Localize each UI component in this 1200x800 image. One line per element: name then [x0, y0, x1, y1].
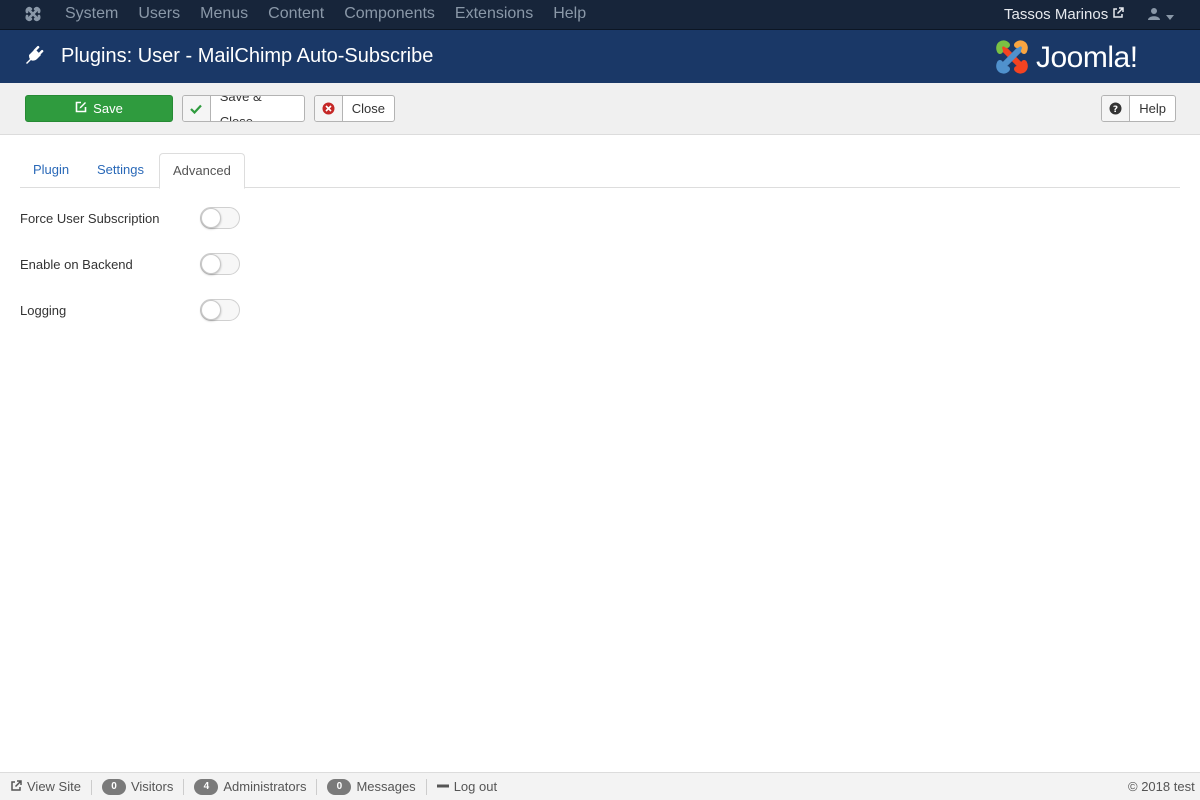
user-name: Tassos Marinos: [1004, 6, 1109, 23]
menu-help[interactable]: Help: [543, 0, 596, 30]
minus-icon: [436, 780, 449, 795]
logging-toggle[interactable]: [200, 299, 240, 321]
tab-bar: Plugin Settings Advanced: [20, 153, 1180, 189]
toggle-knob: [201, 300, 221, 320]
messages-badge: 0: [327, 779, 352, 795]
menu-users[interactable]: Users: [128, 0, 190, 30]
administrators-badge: 4: [194, 779, 219, 795]
messages-link[interactable]: 0 Messages: [317, 779, 427, 795]
status-bar: View Site 0 Visitors 4 Administrators 0 …: [0, 772, 1200, 800]
site-link[interactable]: Tassos Marinos: [1004, 0, 1124, 30]
save-close-label: Save & Close: [219, 95, 262, 122]
brand-text: Joomla!: [1036, 41, 1138, 74]
administrators-link[interactable]: 4 Administrators: [184, 779, 318, 795]
joomla-brand-logo: Joomla!: [992, 38, 1138, 78]
visitors-link[interactable]: 0 Visitors: [92, 779, 185, 795]
logout-label: Log out: [453, 779, 498, 794]
view-site-link[interactable]: View Site: [10, 779, 92, 795]
toggle-knob: [201, 254, 221, 274]
edit-icon: [75, 101, 87, 116]
cancel-circle-icon: [315, 96, 343, 121]
logout-link[interactable]: Log out: [427, 780, 507, 795]
check-icon: [183, 96, 211, 121]
save-label: Save: [93, 101, 123, 116]
help-label: Help: [1139, 101, 1166, 116]
enable-on-backend-toggle[interactable]: [200, 253, 240, 275]
question-circle-icon: ?: [1102, 96, 1131, 121]
user-icon: [1148, 7, 1160, 23]
menu-content[interactable]: Content: [258, 0, 334, 30]
field-force-user-subscription: Force User Subscription: [20, 207, 420, 231]
tab-advanced[interactable]: Advanced: [159, 153, 245, 189]
save-button[interactable]: Save: [25, 95, 173, 122]
page-header: Plugins: User - MailChimp Auto-Subscribe…: [0, 30, 1200, 83]
svg-text:?: ?: [1113, 105, 1118, 115]
close-label: Close: [351, 101, 385, 116]
close-button[interactable]: Close: [314, 95, 395, 122]
external-link-icon: [1112, 1, 1124, 29]
menu-system[interactable]: System: [55, 0, 128, 30]
save-close-button[interactable]: Save & Close: [182, 95, 305, 122]
administrators-label: Administrators: [223, 779, 307, 794]
toggle-knob: [201, 208, 221, 228]
messages-label: Messages: [356, 779, 416, 794]
top-navbar: System Users Menus Content Components Ex…: [0, 0, 1200, 30]
visitors-label: Visitors: [130, 779, 174, 794]
force-user-subscription-toggle[interactable]: [200, 207, 240, 229]
field-enable-on-backend: Enable on Backend: [20, 253, 420, 277]
field-label: Logging: [20, 303, 67, 318]
external-link-icon: [10, 779, 22, 795]
plug-icon: [24, 44, 46, 69]
visitors-badge: 0: [101, 779, 126, 795]
page-title: Plugins: User - MailChimp Auto-Subscribe: [61, 45, 434, 67]
menu-components[interactable]: Components: [334, 0, 445, 30]
view-site-label: View Site: [27, 779, 81, 794]
toolbar: Save Save & Close Close ? Help: [0, 83, 1200, 135]
main-menu: System Users Menus Content Components Ex…: [55, 0, 596, 30]
joomla-brand-icon: [992, 37, 1032, 80]
caret-down-icon: [1166, 8, 1174, 23]
menu-menus[interactable]: Menus: [190, 0, 258, 30]
field-logging: Logging: [20, 299, 420, 323]
help-button[interactable]: ? Help: [1101, 95, 1176, 122]
menu-extensions[interactable]: Extensions: [445, 0, 543, 30]
user-menu-toggle[interactable]: [1148, 6, 1174, 24]
copyright-text: © 2018 test: [1128, 779, 1195, 794]
tab-plugin[interactable]: Plugin: [20, 153, 82, 188]
field-label: Force User Subscription: [20, 211, 160, 226]
joomla-logo-icon[interactable]: [23, 5, 43, 25]
tab-settings[interactable]: Settings: [84, 153, 157, 188]
field-label: Enable on Backend: [20, 257, 133, 272]
